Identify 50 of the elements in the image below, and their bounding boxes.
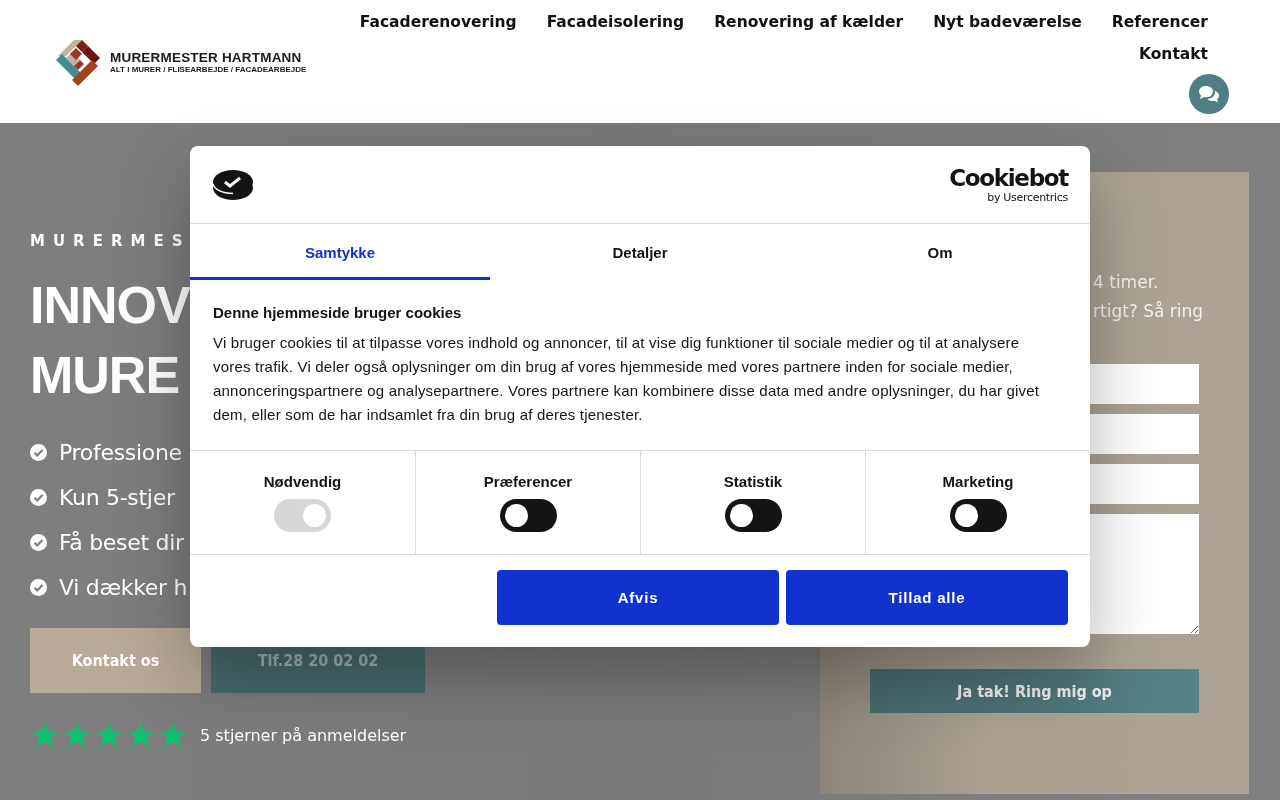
bullet-text: Få beset dir xyxy=(59,529,184,557)
bullet-text: Professione xyxy=(59,439,182,467)
input-field[interactable] xyxy=(1090,464,1199,504)
logo-name: MURERMESTER HARTMANN xyxy=(110,50,303,65)
chat-button[interactable] xyxy=(1189,74,1229,114)
eyebrow-text: MURERMES xyxy=(30,232,192,250)
hero-heading-line: MURE xyxy=(30,345,180,406)
bullet-text: Vi dækker h xyxy=(59,574,188,602)
rating-text: 5 stjerner på anmeldelser xyxy=(200,725,407,745)
toggle-label: Statistik xyxy=(723,473,783,490)
input-field[interactable] xyxy=(1090,414,1199,454)
star-icon xyxy=(30,721,60,749)
toggle-label: Præferencer xyxy=(483,473,573,490)
tab[interactable]: Om xyxy=(790,224,1090,280)
check-circle-icon xyxy=(30,444,47,461)
bullet-text: Kun 5-stjer xyxy=(59,484,175,512)
logo-tagline: ALT I MURER / FLISEARBEJDE / FACADEARBEJDE xyxy=(110,65,307,74)
toggle-switch[interactable] xyxy=(499,499,557,532)
nav-link[interactable]: Facadeisolering xyxy=(546,6,685,38)
brand-byline: by Usercentrics xyxy=(987,191,1068,204)
cookie-check-icon xyxy=(212,168,254,201)
intro-text: 4 timer. xyxy=(1093,271,1159,294)
check-circle-icon xyxy=(30,534,47,551)
star-icon xyxy=(62,721,92,749)
chat-icon xyxy=(1198,85,1220,103)
message-field[interactable] xyxy=(1090,514,1199,634)
nav-link[interactable]: Referencer xyxy=(1111,6,1208,38)
brand-logo: Cookiebot xyxy=(949,165,1068,191)
check-circle-icon xyxy=(30,579,47,596)
dialog-title: Denne hjemmeside bruger cookies xyxy=(213,304,463,321)
star-icon xyxy=(94,721,124,749)
nav-link[interactable]: Renovering af kælder xyxy=(714,6,904,38)
toggle-label: Nødvendig xyxy=(263,473,342,490)
tab[interactable]: Samtykke xyxy=(190,224,490,280)
consent-button[interactable]: Tillad alle xyxy=(786,570,1068,625)
star-icon xyxy=(126,721,156,749)
nav-link[interactable]: Kontakt xyxy=(1139,38,1208,70)
nav-link[interactable]: Facaderenovering xyxy=(359,6,517,38)
nav-link[interactable]: Nyt badeværelse xyxy=(933,6,1082,38)
toggle-label: Marketing xyxy=(942,473,1014,490)
star-icon xyxy=(158,721,188,749)
toggle-switch[interactable] xyxy=(724,499,782,532)
toggle-switch[interactable] xyxy=(949,499,1007,532)
hero-heading-line: INNOV xyxy=(30,275,190,336)
intro-text: rtigt? Så ring xyxy=(1093,300,1204,323)
callback-button[interactable]: Ja tak! Ring mig op xyxy=(870,669,1199,713)
check-circle-icon xyxy=(30,489,47,506)
input-field[interactable] xyxy=(1090,364,1199,404)
consent-button[interactable]: Afvis xyxy=(497,570,779,625)
dialog-text: Vi bruger cookies til at tilpasse vores indhold og annoncer, til at vise dig funktioner til sociale medier og til at analysere vores trafik. Vi deler også oplysninger om din brug af vores hjemmeside med vores partnere inden for sociale medier, annonceringspartnere og analysepartnere. Vores partnere kan kombinere disse data med andre oplysninger, du har givet dem, eller som de har indsamlet fra din brug af deres tjenester. xyxy=(213,333,1041,425)
